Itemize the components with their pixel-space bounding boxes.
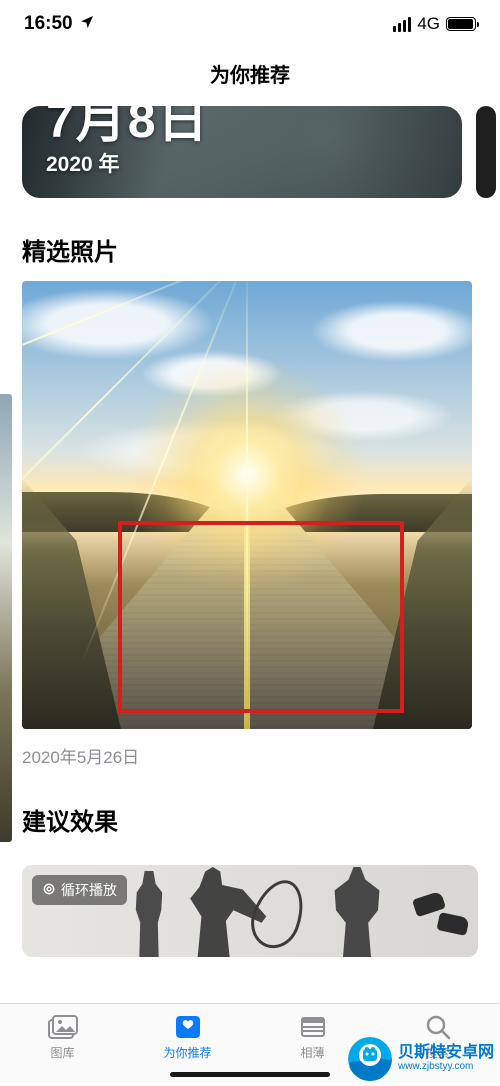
featured-carousel[interactable] (0, 281, 500, 729)
battery-icon (446, 17, 476, 31)
loop-label: 循环播放 (61, 880, 117, 900)
status-bar: 16:50 4G (0, 0, 500, 48)
featured-photo-date: 2020年5月26日 (0, 729, 500, 768)
watermark-url: www.zjbstyy.com (398, 1062, 494, 1073)
location-icon (79, 14, 95, 35)
featured-photo[interactable] (22, 281, 472, 729)
signal-icon (393, 17, 411, 32)
featured-photo-card[interactable] (22, 281, 472, 729)
library-icon (47, 1014, 79, 1040)
section-heading-suggested: 建议效果 (0, 768, 500, 851)
tab-library[interactable]: 图库 (0, 1004, 125, 1083)
section-heading-featured: 精选照片 (0, 198, 500, 281)
watermark-title: 贝斯特安卓网 (398, 1045, 494, 1062)
for-you-icon (172, 1014, 204, 1040)
status-left: 16:50 (24, 13, 95, 35)
tab-label: 图库 (50, 1044, 74, 1061)
loop-badge: 循环播放 (32, 875, 127, 905)
home-indicator[interactable] (170, 1072, 330, 1077)
status-right: 4G (393, 14, 476, 34)
memory-card[interactable]: 7月8日 2020 年 (22, 106, 462, 198)
suggested-effect-card[interactable]: 循环播放 (22, 865, 478, 957)
tab-label: 为你推荐 (163, 1044, 211, 1061)
watermark: 贝斯特安卓网 www.zjbstyy.com (348, 1037, 494, 1081)
featured-prev-sliver[interactable] (0, 394, 12, 842)
watermark-logo (348, 1037, 392, 1081)
memory-year: 2020 年 (46, 148, 210, 178)
albums-icon (297, 1014, 329, 1040)
memory-day: 7月8日 (46, 106, 210, 152)
content-scroll[interactable]: 7月8日 2020 年 精选照片 (0, 98, 500, 1003)
network-label: 4G (417, 14, 440, 34)
memory-carousel[interactable]: 7月8日 2020 年 (0, 106, 500, 198)
page-title: 为你推荐 (0, 48, 500, 98)
memory-card-next[interactable] (476, 106, 496, 198)
loop-icon (42, 882, 56, 899)
status-time: 16:50 (24, 13, 73, 35)
tab-label: 相薄 (300, 1044, 324, 1061)
